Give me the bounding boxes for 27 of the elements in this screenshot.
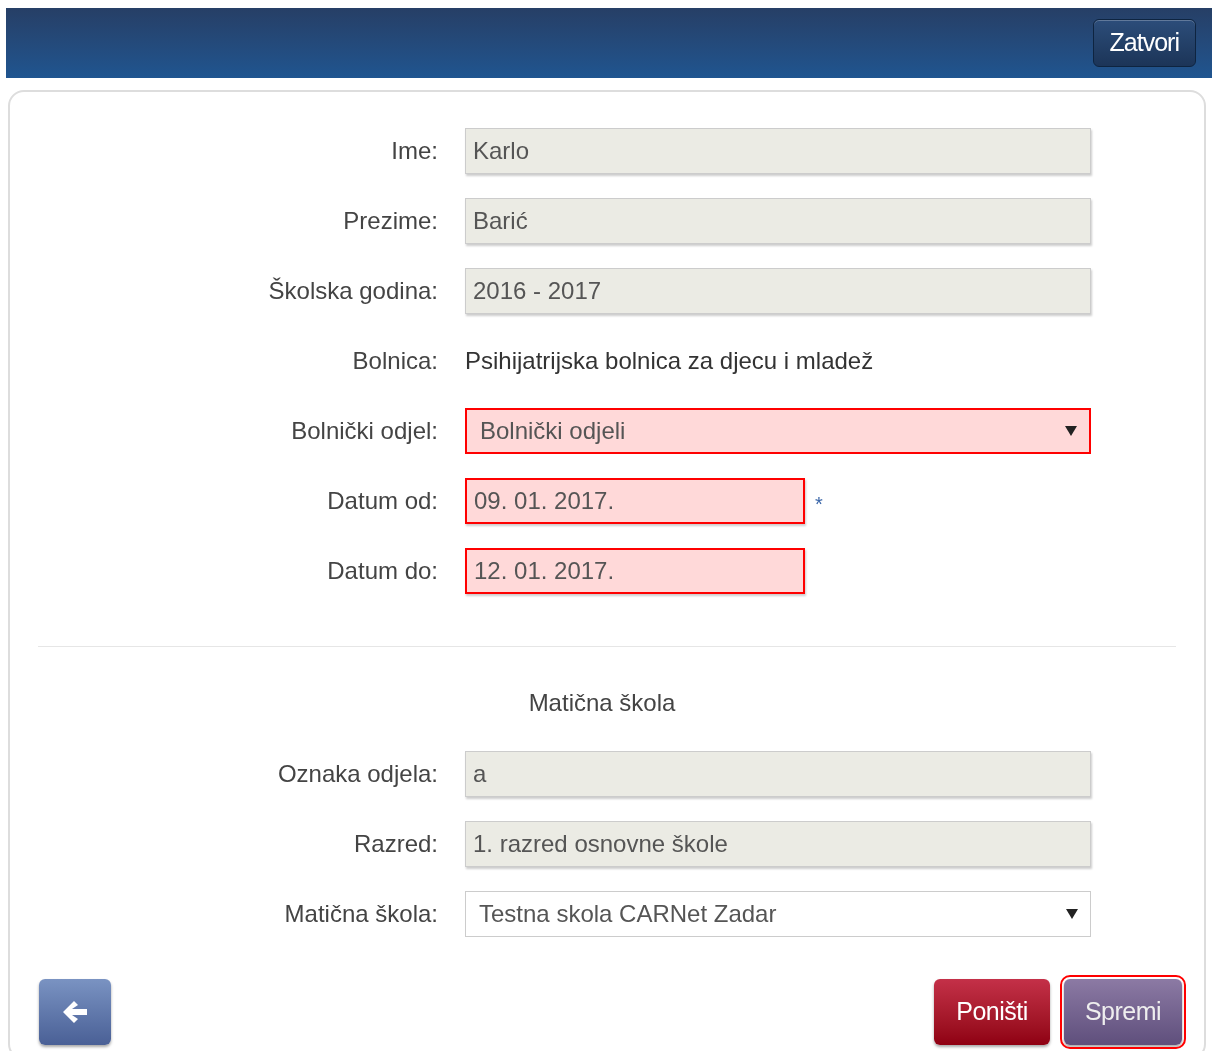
field-label: Prezime:	[342, 206, 438, 236]
dropdown-arrow-icon	[1066, 909, 1078, 919]
date-field[interactable]: 12. 01. 2017.	[465, 548, 805, 594]
date-field[interactable]: 09. 01. 2017.	[465, 478, 805, 524]
field-label: Matična škola:	[283, 899, 438, 929]
input-field[interactable]: Barić	[465, 198, 1091, 244]
field-label: Datum od:	[326, 486, 438, 516]
back-button[interactable]	[39, 979, 111, 1045]
input-field[interactable]: 1. razred osnovne škole	[465, 821, 1091, 867]
field-label: Školska godina:	[267, 276, 438, 306]
input-field[interactable]: 2016 - 2017	[465, 268, 1091, 314]
field-label: Oznaka odjela:	[276, 759, 438, 789]
field-label: Ime:	[390, 136, 438, 166]
field-label: Datum do:	[326, 556, 438, 586]
section-title: Matična škola	[528, 688, 676, 718]
select-field[interactable]: Testna skola CARNet Zadar	[465, 891, 1091, 937]
dropdown-arrow-icon	[1065, 426, 1077, 436]
input-field[interactable]: Karlo	[465, 128, 1091, 174]
close-button[interactable]: Zatvori	[1092, 19, 1196, 67]
cancel-button[interactable]: Poništi	[934, 979, 1050, 1045]
required-mark: *	[815, 492, 823, 517]
field-label: Razred:	[352, 829, 438, 859]
field-label: Bolnica:	[351, 346, 438, 376]
field-value: Psihijatrijska bolnica za djecu i mladež	[465, 346, 874, 376]
select-field[interactable]: Bolnički odjeli	[465, 408, 1091, 454]
input-field[interactable]: a	[465, 751, 1091, 797]
field-label: Bolnički odjel:	[290, 416, 438, 446]
